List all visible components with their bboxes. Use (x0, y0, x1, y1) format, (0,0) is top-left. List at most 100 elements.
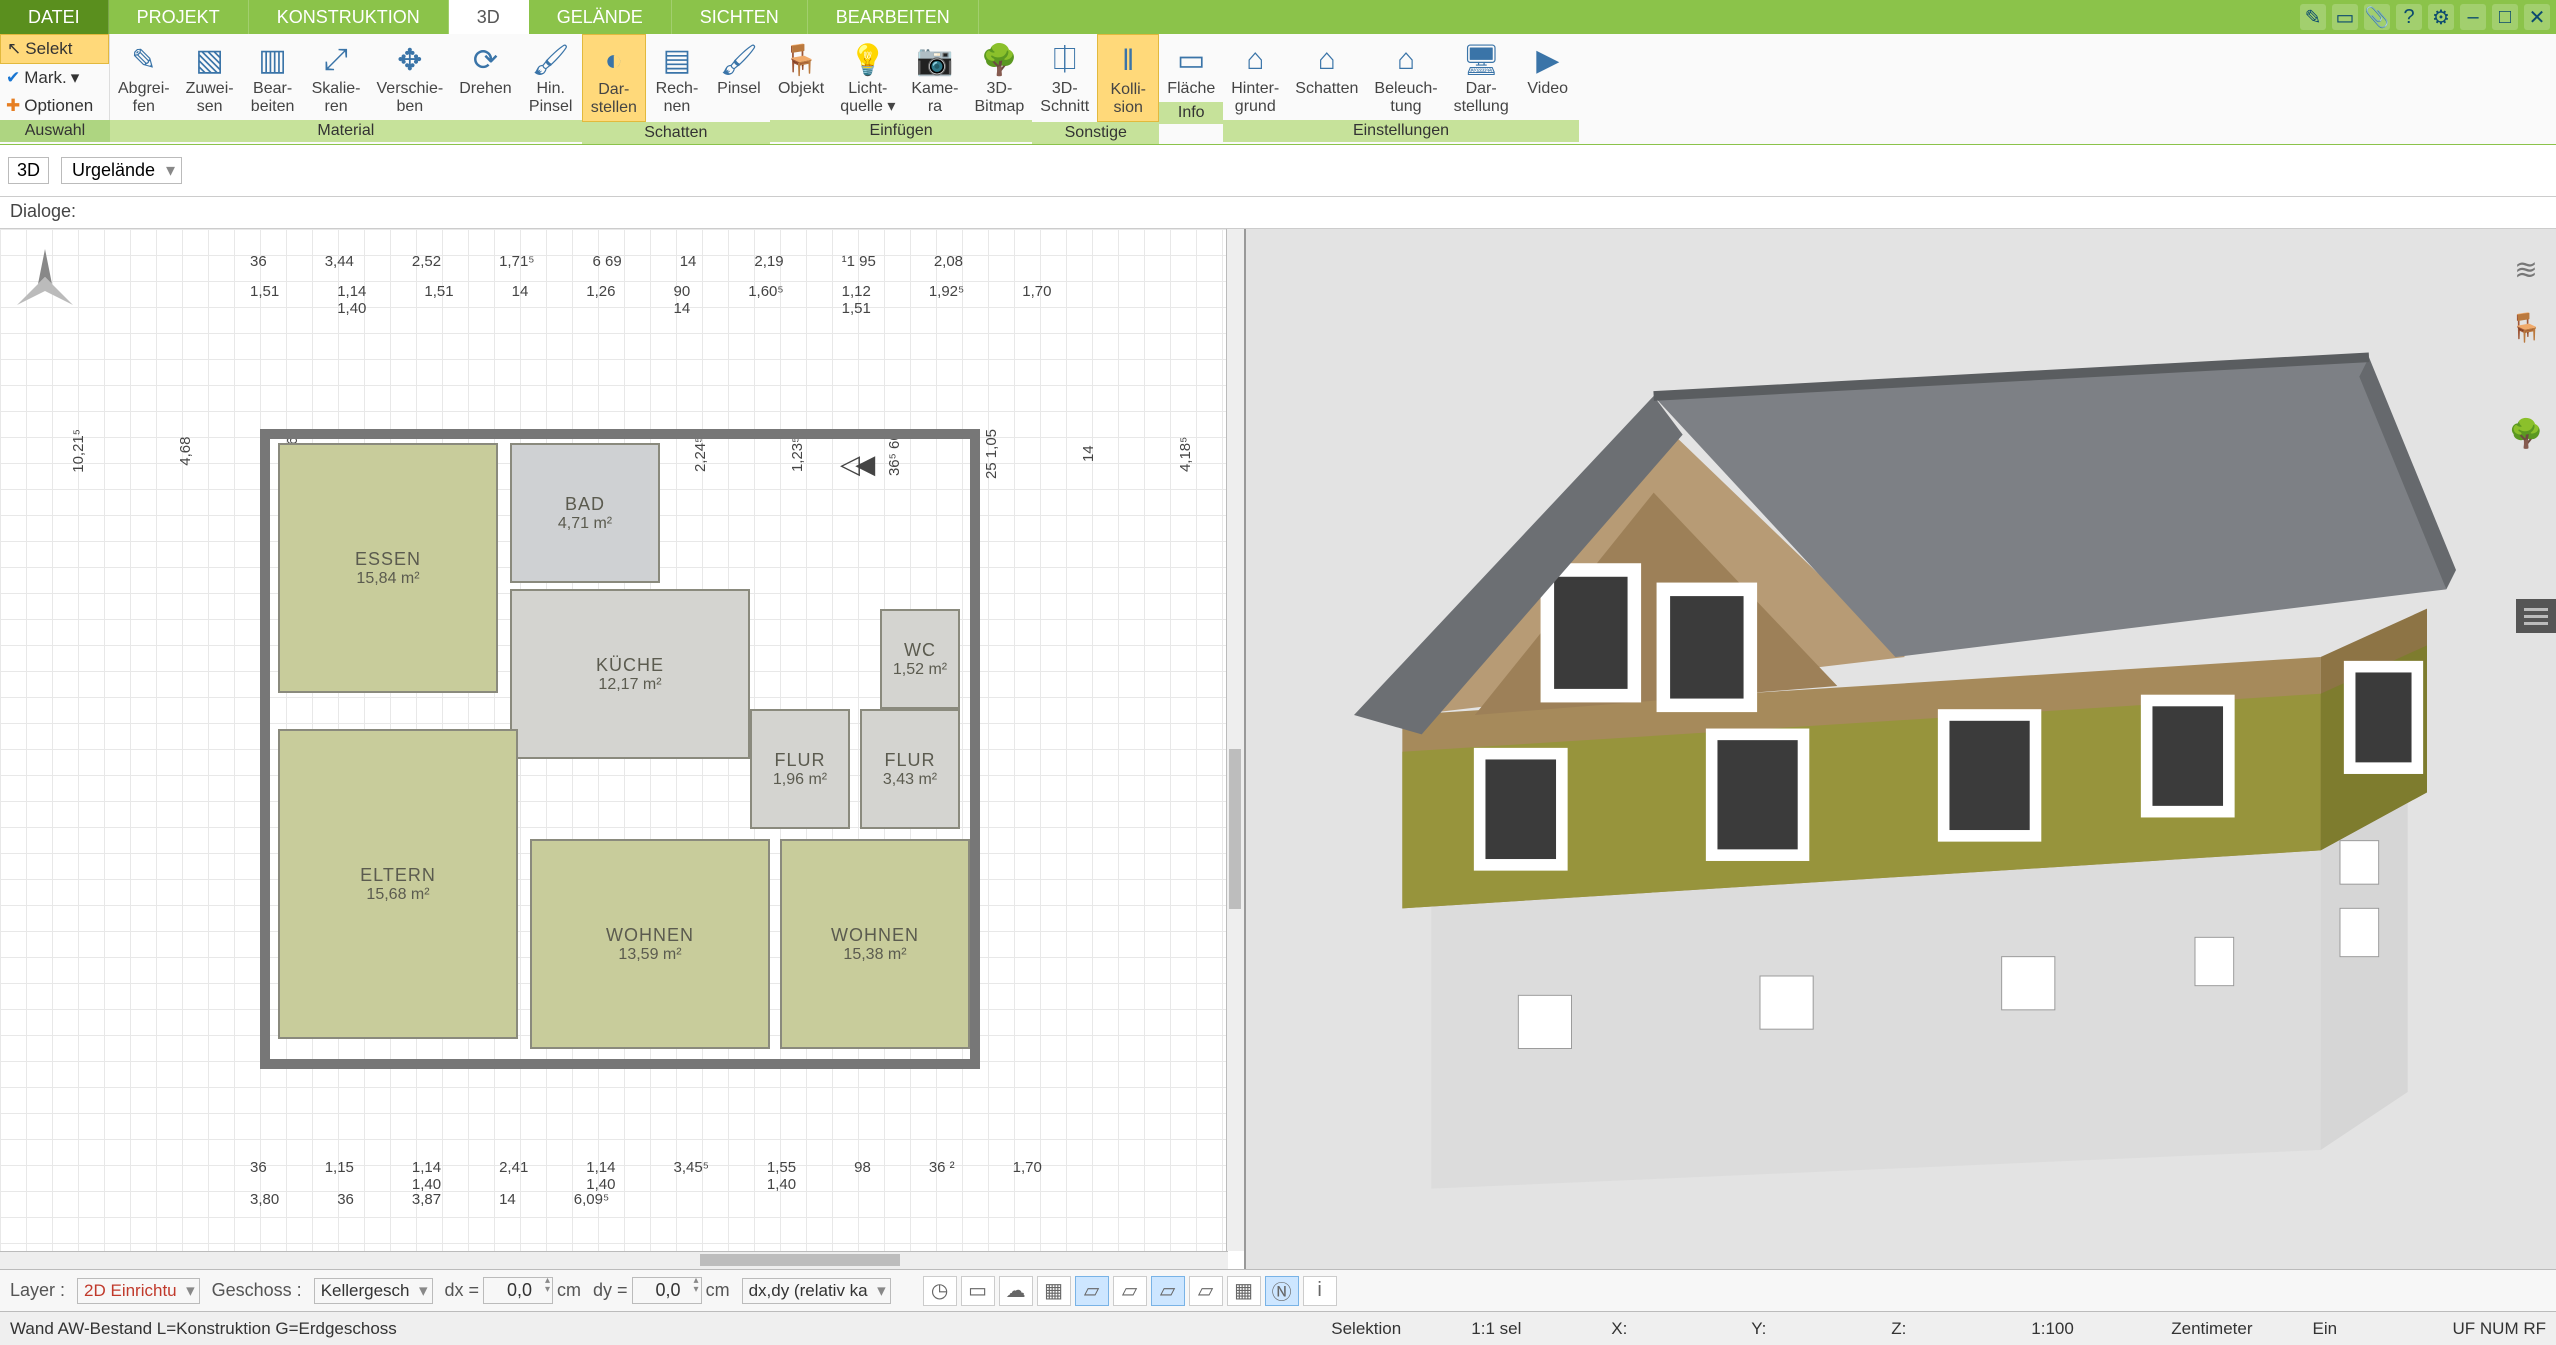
minimize-icon[interactable]: – (2460, 4, 2486, 30)
scrollbar-h-thumb[interactable] (700, 1254, 900, 1266)
menu-tab-projekt[interactable]: PROJEKT (109, 0, 249, 34)
bottom-grid-button[interactable]: ▦ (1227, 1276, 1261, 1306)
room-essen-area: 15,84 m² (356, 570, 419, 588)
room-wohnen1[interactable]: WOHNEN13,59 m² (530, 839, 770, 1049)
dimsBot2-val-3: 14 (499, 1191, 516, 1208)
coord-mode-combo[interactable]: dx,dy (relativ ka (742, 1278, 891, 1304)
menu-tab-sichten[interactable]: SICHTEN (672, 0, 808, 34)
room-flur2-name: FLUR (884, 750, 935, 771)
menu-tab-datei[interactable]: DATEI (0, 0, 109, 34)
select-tool-button[interactable]: ↖ Selekt (0, 34, 109, 64)
ribbon-button-verschieben[interactable]: ✥Verschie- ben (369, 34, 452, 120)
ribbon-button-bitmap[interactable]: 🌳3D- Bitmap (967, 34, 1033, 120)
ribbon-button-schnitt[interactable]: ⎅3D- Schnitt (1032, 34, 1097, 122)
bottom-controls: Layer : 2D Einrichtu Geschoss : Kellerge… (0, 1269, 2556, 1311)
ribbon-button-skalieren[interactable]: ⤢Skalie- ren (304, 34, 369, 120)
screen-icon[interactable]: ▭ (2332, 4, 2358, 30)
ribbon-button-licht[interactable]: 💡Licht- quelle ▾ (832, 34, 903, 120)
menu-tab-konstruktion[interactable]: KONSTRUKTION (249, 0, 449, 34)
bottom-cloud-button[interactable]: ☁ (999, 1276, 1033, 1306)
options-button[interactable]: ✚ Optionen (0, 92, 109, 120)
room-wohnen2[interactable]: WOHNEN15,38 m² (780, 839, 970, 1049)
dx-input[interactable]: 0,0 (483, 1277, 553, 1304)
ribbon-button-flaeche[interactable]: ▭Fläche (1159, 34, 1223, 102)
ribbon-group-sonstige: ⎅3D- Schnitt‖Kolli- sionSonstige (1032, 34, 1159, 144)
sidebar-drag-handle[interactable] (2516, 599, 2556, 633)
help-icon[interactable]: ? (2396, 4, 2422, 30)
geschoss-combo[interactable]: Kellergesch (314, 1278, 433, 1304)
bottom-para4-button[interactable]: ▱ (1189, 1276, 1223, 1306)
dimsBot1-val-4: 1,14 1,40 (586, 1159, 615, 1193)
flaeche-label: Fläche (1167, 80, 1215, 98)
abgreifen-label: Abgrei- fen (118, 80, 170, 116)
view-3d[interactable]: ≋ 🪑 🌳 (1246, 229, 2556, 1269)
ribbon-button-drehen[interactable]: ⟳Drehen (451, 34, 519, 120)
dimsTop1-val-2: 2,52 (412, 253, 441, 270)
layer-combo[interactable]: 2D Einrichtu (77, 1278, 200, 1304)
house-3d-model[interactable] (1296, 279, 2456, 1209)
scrollbar-v-thumb[interactable] (1229, 749, 1241, 909)
dy-input[interactable]: 0,0 (632, 1277, 702, 1304)
ribbon-button-abgreifen[interactable]: ✎Abgrei- fen (110, 34, 178, 120)
room-flur2[interactable]: FLUR3,43 m² (860, 709, 960, 829)
ribbon-button-bearbeiten[interactable]: ▥Bear- beiten (242, 34, 304, 120)
room-eltern[interactable]: ELTERN15,68 m² (278, 729, 518, 1039)
terrain-combo[interactable]: Urgelände (61, 157, 182, 184)
pen-icon[interactable]: ✎ (2300, 4, 2326, 30)
bottom-info-button[interactable]: i (1303, 1276, 1337, 1306)
status-y: Y: (1751, 1319, 1831, 1339)
bottom-overlap-button[interactable]: ▦ (1037, 1276, 1071, 1306)
bottom-para1-button[interactable]: ▱ (1075, 1276, 1109, 1306)
maximize-icon[interactable]: □ (2492, 4, 2518, 30)
tag-icon: ✔ (6, 68, 20, 88)
menu-tab-bearbeiten[interactable]: BEARBEITEN (808, 0, 979, 34)
right-sidebar: ≋ 🪑 🌳 (2496, 229, 2556, 453)
ribbon-button-eschatten[interactable]: ⌂Schatten (1287, 34, 1366, 120)
menu-tab-gelaende[interactable]: GELÄNDE (529, 0, 672, 34)
chair-icon[interactable]: 🪑 (2506, 307, 2546, 347)
floorplan[interactable]: ESSEN15,84 m²BAD4,71 m²ABST.1,08 m²KÜCHE… (260, 429, 980, 1069)
ribbon-button-rechnen[interactable]: ▤Rech- nen (646, 34, 708, 122)
view-2d[interactable]: 363,442,521,71⁵6 69142,19¹1 952,08 1,511… (0, 229, 1246, 1269)
room-bad[interactable]: BAD4,71 m² (510, 443, 660, 583)
ribbon-button-kollision[interactable]: ‖Kolli- sion (1097, 34, 1159, 122)
menu-tab-3d[interactable]: 3D (449, 0, 529, 34)
bottom-para2-button[interactable]: ▱ (1113, 1276, 1147, 1306)
ribbon-button-edarst[interactable]: 🖥Dar- stellung (1446, 34, 1517, 120)
room-flur1[interactable]: FLUR1,96 m² (750, 709, 850, 829)
hinpinsel-icon: 🖌 (531, 40, 571, 80)
dimsTop2-val-7: 1,12 1,51 (842, 283, 871, 317)
dx-unit: cm (557, 1280, 581, 1301)
status-selval: 1:1 sel (1471, 1319, 1551, 1339)
dimsR-val-5: 4,18⁵ (1177, 429, 1194, 479)
bottom-para3-button[interactable]: ▱ (1151, 1276, 1185, 1306)
layers-icon[interactable]: ≋ (2506, 249, 2546, 289)
attach-icon[interactable]: 📎 (2364, 4, 2390, 30)
room-kueche[interactable]: KÜCHE12,17 m² (510, 589, 750, 759)
bottom-clock-button[interactable]: ◷ (923, 1276, 957, 1306)
zuweisen-icon: ▧ (190, 40, 230, 80)
rechnen-label: Rech- nen (656, 80, 699, 116)
dimsBot1-val-2: 1,14 1,40 (412, 1159, 441, 1193)
ribbon-button-video[interactable]: ▶Video (1517, 34, 1579, 120)
scrollbar-vertical[interactable] (1226, 229, 1244, 1251)
mark-tool-button[interactable]: ✔ Mark. ▾ (0, 64, 109, 92)
ribbon-button-beleuchtung[interactable]: ⌂Beleuch- tung (1366, 34, 1445, 120)
ribbon-button-kamera[interactable]: 📷Kame- ra (903, 34, 966, 120)
ribbon-button-objekt[interactable]: 🪑Objekt (770, 34, 832, 120)
ribbon-button-darstellen[interactable]: ◐Dar- stellen (582, 34, 646, 122)
bottom-pick-button[interactable]: ▭ (961, 1276, 995, 1306)
viewmode-box[interactable]: 3D (8, 157, 49, 184)
room-wc[interactable]: WC1,52 m² (880, 609, 960, 709)
scrollbar-horizontal[interactable] (0, 1251, 1228, 1269)
settings-icon[interactable]: ⚙ (2428, 4, 2454, 30)
close-icon[interactable]: ✕ (2524, 4, 2550, 30)
tree-icon[interactable]: 🌳 (2506, 413, 2546, 453)
room-essen[interactable]: ESSEN15,84 m² (278, 443, 498, 693)
ribbon-button-zuweisen[interactable]: ▧Zuwei- sen (178, 34, 242, 120)
ribbon-button-schpinsel[interactable]: 🖌Pinsel (708, 34, 770, 122)
ribbon-button-hinpinsel[interactable]: 🖌Hin. Pinsel (520, 34, 582, 120)
palette-icon[interactable] (2511, 365, 2541, 395)
ribbon-button-hintergrund[interactable]: ⌂Hinter- grund (1223, 34, 1287, 120)
bottom-north-button[interactable]: Ⓝ (1265, 1276, 1299, 1306)
